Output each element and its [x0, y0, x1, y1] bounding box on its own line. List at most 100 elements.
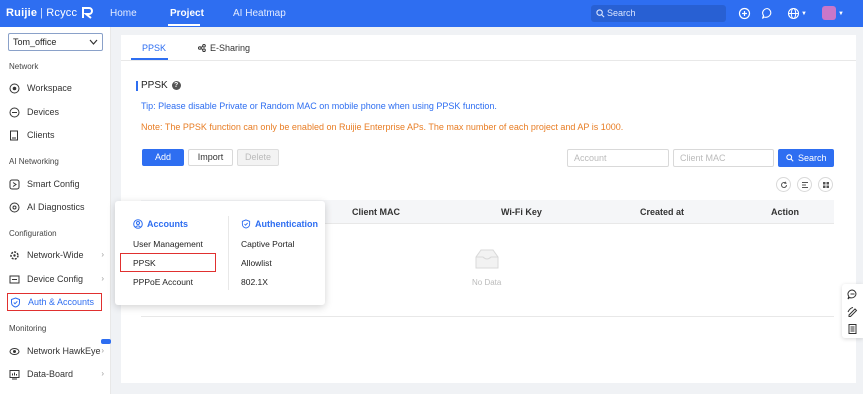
- nav-active-indicator: [168, 24, 200, 26]
- delete-button[interactable]: Delete: [237, 149, 279, 166]
- logo-separator: |: [40, 7, 44, 19]
- account-caret-icon[interactable]: ▼: [838, 11, 844, 17]
- sidebar-item-label: Data-Board: [27, 369, 74, 379]
- floating-toolbar: [842, 284, 863, 338]
- ruijie-logo[interactable]: Ruijie | Rcycc: [6, 6, 95, 20]
- menu-item-802-1x[interactable]: 802.1X: [241, 277, 268, 287]
- column-settings-button[interactable]: [797, 177, 812, 192]
- project-select[interactable]: Tom_office: [8, 33, 103, 51]
- sidebar-item-ai-diagnostics[interactable]: AI Diagnostics: [9, 198, 106, 216]
- grid-view-button[interactable]: [818, 177, 833, 192]
- sidebar-item-data-board[interactable]: Data-Board ›: [9, 365, 106, 383]
- import-button[interactable]: Import: [188, 149, 233, 166]
- clients-icon: [10, 130, 18, 140]
- empty-state-text: No Data: [472, 278, 502, 287]
- clipboard-icon[interactable]: [847, 323, 858, 334]
- tab-e-sharing[interactable]: E-Sharing: [198, 43, 250, 53]
- language-caret-icon[interactable]: ▼: [801, 11, 807, 17]
- sidebar-item-label: Workspace: [27, 83, 72, 93]
- section-configuration: Configuration: [9, 229, 57, 238]
- network-wide-icon: [10, 250, 19, 260]
- ai-diagnostics-icon: [9, 202, 20, 212]
- refresh-icon: [781, 181, 787, 188]
- nav-home[interactable]: Home: [110, 8, 137, 19]
- note-text: Note: The PPSK function can only be enab…: [141, 122, 624, 132]
- section-network: Network: [9, 62, 39, 71]
- search-button[interactable]: Search: [778, 149, 834, 167]
- sidebar-item-devices[interactable]: Devices: [9, 103, 106, 121]
- sidebar-item-label: AI Diagnostics: [27, 202, 85, 212]
- feedback-icon[interactable]: [847, 306, 858, 317]
- global-search-input[interactable]: Search: [591, 5, 726, 22]
- page-title: PPSK ?: [136, 80, 181, 91]
- chevron-right-icon: ›: [101, 250, 104, 259]
- chevron-right-icon: ›: [101, 346, 104, 355]
- user-circle-icon: [133, 219, 143, 229]
- chevron-down-icon: [89, 39, 98, 45]
- menu-item-allowlist[interactable]: Allowlist: [241, 258, 272, 268]
- menu-item-pppoe-account[interactable]: PPPoE Account: [133, 277, 193, 287]
- tip-text: Tip: Please disable Private or Random MA…: [141, 101, 497, 111]
- menu-item-user-management[interactable]: User Management: [133, 239, 203, 249]
- sidebar-item-workspace[interactable]: Workspace: [9, 79, 106, 97]
- globe-icon[interactable]: [787, 7, 800, 20]
- tabs-divider: [121, 60, 856, 61]
- section-ai-networking: AI Networking: [9, 157, 59, 166]
- menu-item-captive-portal[interactable]: Captive Portal: [241, 239, 294, 249]
- workspace-icon: [9, 83, 20, 93]
- column-header-action: Action: [771, 207, 799, 217]
- sidebar-item-label: Network-Wide: [27, 250, 84, 260]
- sidebar-item-label: Auth & Accounts: [28, 297, 95, 307]
- tab-label: E-Sharing: [210, 43, 251, 53]
- search-placeholder: Search: [607, 8, 636, 18]
- sidebar-item-label: Device Config: [27, 274, 84, 284]
- grid-icon: [823, 182, 829, 188]
- sidebar-item-label: Network HawkEye: [27, 346, 101, 356]
- column-settings-icon: [802, 182, 808, 188]
- add-button[interactable]: Add: [142, 149, 184, 166]
- sidebar-item-label: Devices: [27, 107, 60, 117]
- top-navigation-bar: Ruijie | Rcycc Home Project AI Heatmap S…: [0, 0, 863, 27]
- new-badge: [101, 339, 111, 344]
- sidebar-item-auth-accounts[interactable]: Auth & Accounts: [7, 293, 102, 311]
- add-circle-icon[interactable]: [738, 7, 751, 20]
- search-icon: [596, 9, 605, 18]
- page-title-text: PPSK: [141, 80, 168, 91]
- sidebar-item-clients[interactable]: Clients: [9, 126, 106, 144]
- column-header-wifi-key: Wi-Fi Key: [501, 207, 542, 217]
- tab-ppsk[interactable]: PPSK: [142, 43, 166, 53]
- reyee-mark-icon: [82, 7, 94, 19]
- share-icon: [198, 44, 206, 52]
- refresh-button[interactable]: [776, 177, 791, 192]
- logo-product: Rcycc: [46, 7, 78, 19]
- avatar[interactable]: [822, 6, 836, 20]
- sidebar-item-smart-config[interactable]: Smart Config: [9, 175, 106, 193]
- sidebar-item-label: Smart Config: [27, 179, 80, 189]
- client-mac-search-input[interactable]: Client MAC: [673, 149, 774, 167]
- message-icon[interactable]: [761, 7, 774, 20]
- help-icon[interactable]: ?: [171, 81, 181, 90]
- sidebar-item-network-hawkeye[interactable]: Network HawkEye ›: [9, 339, 111, 360]
- smart-config-icon: [9, 179, 20, 189]
- shield-icon: [11, 296, 20, 308]
- search-icon: [786, 154, 794, 162]
- chat-support-icon[interactable]: [847, 289, 858, 300]
- authentication-title-text: Authentication: [255, 219, 318, 229]
- logo-brand: Ruijie: [6, 7, 38, 19]
- sidebar-item-device-config[interactable]: Device Config ›: [9, 270, 106, 288]
- nav-project[interactable]: Project: [170, 8, 204, 19]
- hawkeye-icon: [9, 347, 20, 355]
- auth-accounts-submenu: Accounts Authentication User Management …: [115, 201, 325, 305]
- nav-ai-heatmap[interactable]: AI Heatmap: [233, 8, 286, 19]
- device-config-icon: [9, 275, 20, 283]
- chevron-right-icon: ›: [101, 369, 104, 378]
- column-header-created-at: Created at: [640, 207, 685, 217]
- sidebar: Tom_office Network Workspace Devices Cli…: [0, 27, 111, 394]
- menu-item-ppsk[interactable]: PPSK: [133, 258, 156, 268]
- account-search-input[interactable]: Account: [567, 149, 669, 167]
- shield-icon: [241, 219, 251, 229]
- accounts-group-title: Accounts: [133, 219, 188, 229]
- title-accent-bar: [136, 81, 138, 91]
- sidebar-item-network-wide[interactable]: Network-Wide ›: [9, 246, 106, 264]
- section-monitoring: Monitoring: [9, 324, 47, 333]
